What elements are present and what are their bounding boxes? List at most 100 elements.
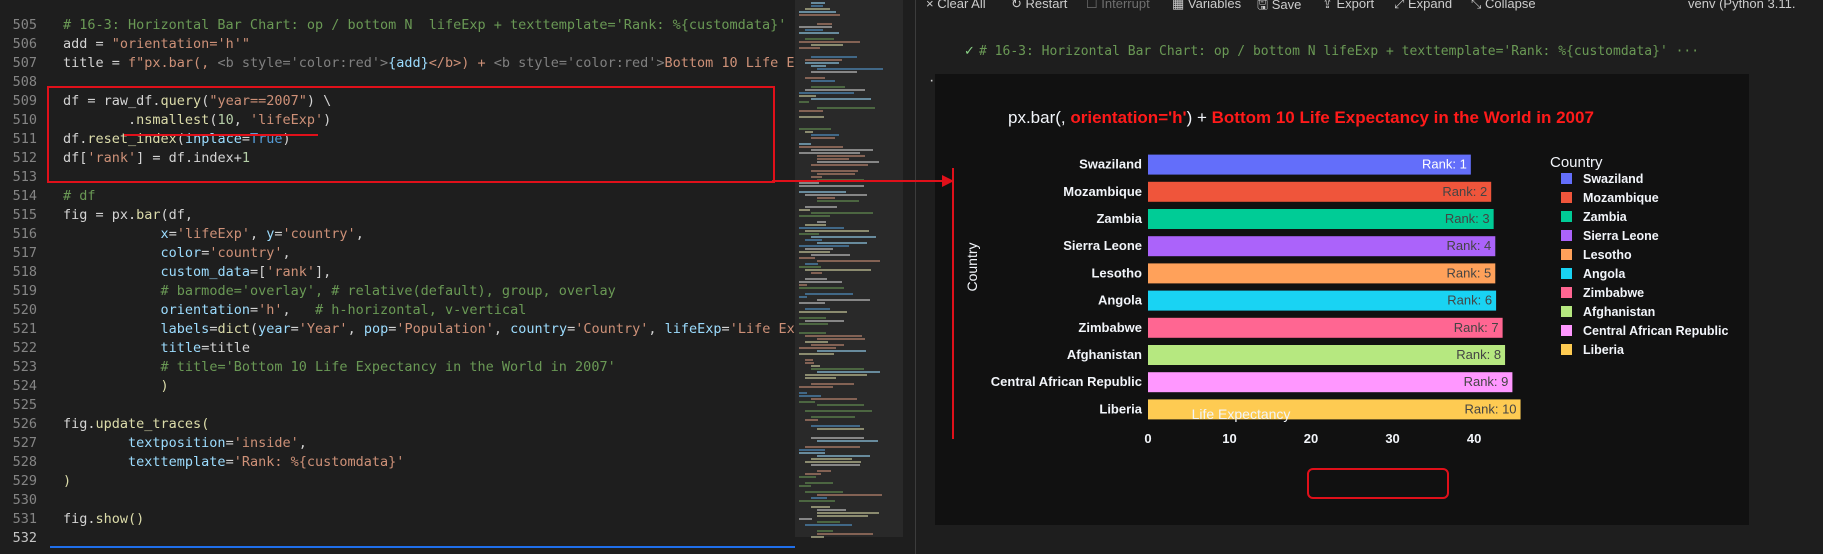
line-number: 532 xyxy=(12,530,37,546)
minimap-line xyxy=(805,524,852,526)
code-line[interactable]: 523 # title='Bottom 10 Life Expectancy i… xyxy=(0,358,795,377)
minimap-line xyxy=(817,371,880,373)
code-line[interactable]: 520 orientation='h', # h-horizontal, v-v… xyxy=(0,301,795,320)
minimap-line xyxy=(811,506,830,508)
code-line[interactable]: 525 xyxy=(0,396,795,415)
code-token: "orientation='h'" xyxy=(111,36,250,52)
code-line[interactable]: 516 x='lifeExp', y='country', xyxy=(0,225,795,244)
y-tick-label: Angola xyxy=(1098,293,1143,308)
minimap-line xyxy=(805,59,842,61)
minimap-line xyxy=(805,8,830,10)
code-token: 'country' xyxy=(282,226,356,242)
minimap-line xyxy=(799,110,823,112)
minimap-line xyxy=(799,452,825,454)
code-text: title=title xyxy=(63,339,250,358)
code-token: f"px.bar(, xyxy=(128,55,218,71)
restart-button[interactable]: ↻ Restart xyxy=(1011,0,1067,12)
code-token: 'rank' xyxy=(266,264,315,280)
legend-title: Country xyxy=(1550,154,1603,171)
export-button[interactable]: ⇪ Export xyxy=(1322,0,1374,12)
line-number: 513 xyxy=(12,169,37,185)
arrow-annotation xyxy=(772,180,942,182)
code-token: dict xyxy=(217,321,250,337)
code-line[interactable]: 522 title=title xyxy=(0,339,795,358)
code-line[interactable]: 527 textposition='inside', xyxy=(0,434,795,453)
minimap-line xyxy=(811,365,820,367)
minimap-line xyxy=(817,404,864,406)
code-line[interactable]: 506 add = "orientation='h'" xyxy=(0,35,795,54)
code-token: ( xyxy=(249,321,259,337)
minimap-line xyxy=(817,200,859,202)
code-text: x='lifeExp', y='country', xyxy=(63,225,364,244)
code-line[interactable]: 505 # 16-3: Horizontal Bar Chart: op / bo… xyxy=(0,16,795,35)
code-line[interactable]: 529) xyxy=(0,472,795,491)
minimap-line xyxy=(805,374,867,376)
minimap-line xyxy=(817,23,832,25)
code-line[interactable]: 528 texttemplate='Rank: %{customdata}' xyxy=(0,453,795,472)
minimap-line xyxy=(805,293,853,295)
code-editor[interactable]: 505 # 16-3: Horizontal Bar Chart: op / bo… xyxy=(0,0,795,554)
minimap-line xyxy=(817,242,867,244)
code-line[interactable]: 507 title = f"px.bar(, <b style='color:re… xyxy=(0,54,795,73)
code-text: labels=dict(year='Year', pop='Population… xyxy=(63,320,795,339)
code-text: textposition='inside', xyxy=(63,434,307,453)
code-token: bar xyxy=(136,207,161,223)
minimap-line xyxy=(799,233,819,235)
line-number: 516 xyxy=(12,226,37,242)
code-line[interactable]: 518 custom_data=['rank'], xyxy=(0,263,795,282)
code-line[interactable]: 526 fig.update_traces( xyxy=(0,415,795,434)
line-number: 520 xyxy=(12,302,37,318)
code-line[interactable]: 532 xyxy=(0,529,795,548)
bar-data-label: Rank: 8 xyxy=(1456,347,1501,362)
y-tick-label: Swaziland xyxy=(1079,157,1142,172)
code-token: custom_data xyxy=(160,264,250,280)
code-token: = xyxy=(168,226,177,242)
variables-button[interactable]: ▦ Variables xyxy=(1172,0,1241,12)
code-line[interactable]: 521 labels=dict(year='Year', pop='Popula… xyxy=(0,320,795,339)
code-line[interactable]: 514 # df xyxy=(0,187,795,206)
minimap-line xyxy=(817,350,866,352)
minimap-line xyxy=(799,317,826,319)
minimap-line xyxy=(805,377,836,379)
line-number: 512 xyxy=(12,150,37,166)
minimap-line xyxy=(799,284,807,286)
minimap-line xyxy=(805,89,865,91)
save-button[interactable]: 🖫 Save xyxy=(1257,0,1301,18)
legend-swatch xyxy=(1561,249,1572,260)
minimap[interactable] xyxy=(795,0,903,554)
code-token: , xyxy=(282,302,315,318)
bar-data-label: Rank: 1 xyxy=(1422,157,1467,172)
collapse-button[interactable]: ⤡ Collapse xyxy=(1471,0,1536,12)
expand-button[interactable]: ⤢ Expand xyxy=(1394,0,1452,12)
code-token: , xyxy=(298,435,307,451)
code-line[interactable]: 530 xyxy=(0,491,795,510)
code-line[interactable]: 524 ) xyxy=(0,377,795,396)
code-token: Bottom 10 Life Expecta xyxy=(664,55,795,71)
code-token: = xyxy=(225,454,234,470)
code-token: (df, xyxy=(160,207,194,223)
code-token: labels xyxy=(160,321,210,337)
line-number: 515 xyxy=(12,207,37,223)
kernel-button[interactable]: venv (Python 3.11. xyxy=(1688,0,1795,11)
legend-item: Afghanistan xyxy=(1583,305,1655,319)
clear-button[interactable]: × Clear All xyxy=(926,0,986,11)
code-token: lifeExp xyxy=(664,321,722,337)
code-line[interactable]: 515 fig = px.bar(df, xyxy=(0,206,795,225)
minimap-line xyxy=(799,386,833,388)
interrupt-button[interactable]: ☐ Interrupt xyxy=(1086,0,1150,12)
code-line[interactable]: 531 fig.show() xyxy=(0,510,795,529)
minimap-line xyxy=(811,44,843,46)
plotly-chart[interactable]: px.bar(, orientation='h') + Bottom 10 Li… xyxy=(935,74,1749,525)
line-number: 505 xyxy=(12,17,37,33)
minimap-line xyxy=(811,5,823,7)
minimap-line xyxy=(817,428,864,430)
code-line[interactable]: 517 color='country', xyxy=(0,244,795,263)
minimap-line xyxy=(811,149,873,151)
code-token: 'Year' xyxy=(298,321,348,337)
cell-header[interactable]: ✓ # 16-3: Horizontal Bar Chart: op / bot… xyxy=(964,44,1699,59)
code-line[interactable]: 519 # barmode='overlay', # relative(defa… xyxy=(0,282,795,301)
legend-item: Lesotho xyxy=(1583,248,1632,262)
